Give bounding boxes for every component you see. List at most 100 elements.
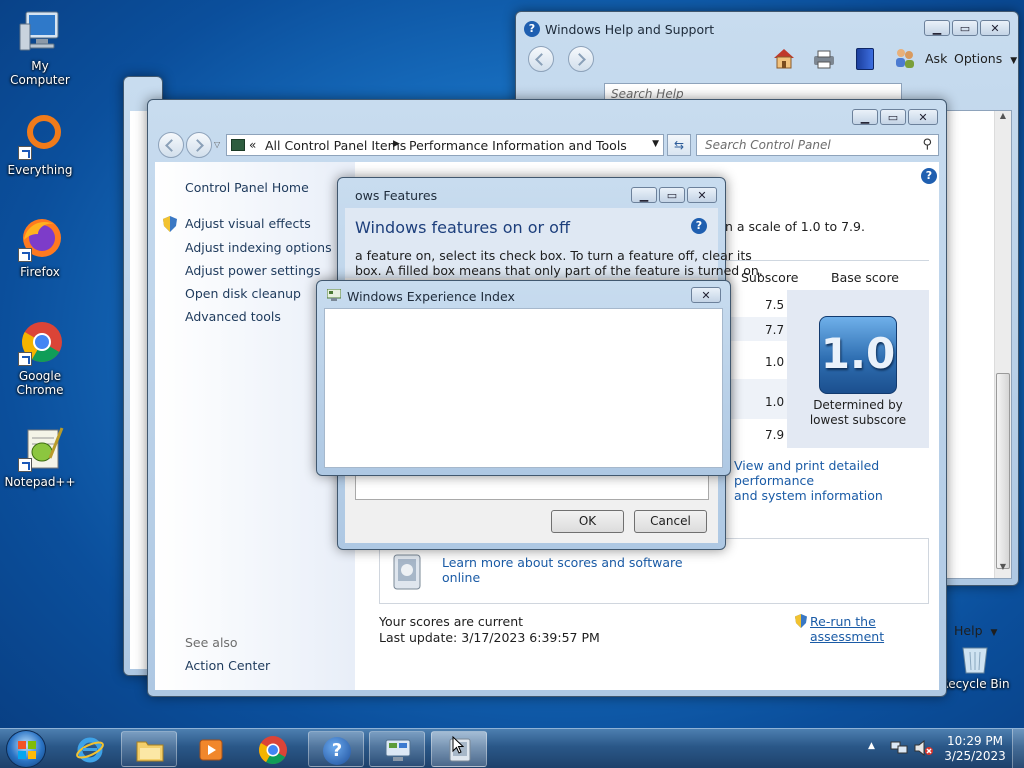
back-button[interactable] <box>158 132 184 158</box>
search-icon[interactable]: ⚲ <box>922 137 932 152</box>
back-button[interactable] <box>528 46 554 72</box>
link-control-panel-home[interactable]: Control Panel Home <box>185 180 309 195</box>
link-adjust-visual-effects[interactable]: Adjust visual effects <box>185 216 311 231</box>
base-score-tile: 1.0 <box>819 316 897 394</box>
minimize-button[interactable]: ▁ <box>924 20 950 36</box>
show-hidden-icons-button[interactable]: ▲ <box>868 741 875 751</box>
help-scrollbar[interactable]: ▲ ▼ <box>994 111 1011 578</box>
desktop-icon-label: Firefox <box>20 265 60 279</box>
desktop-icon-notepadpp[interactable]: Notepad++ <box>0 424 80 489</box>
shortcut-arrow-icon <box>18 146 32 160</box>
help-circle-icon[interactable]: ? <box>921 168 937 184</box>
windows-logo-icon <box>18 741 36 759</box>
taskbar-media-player[interactable] <box>186 731 236 767</box>
rerun-shield-icon <box>795 614 807 628</box>
minimize-button[interactable]: ▁ <box>852 109 878 125</box>
close-button[interactable]: ✕ <box>908 109 938 125</box>
forward-button[interactable] <box>568 46 594 72</box>
view-print-details-link[interactable]: View and print detailed performance and … <box>734 458 939 503</box>
desktop-icon-label: My Computer <box>10 59 70 87</box>
chrome-icon <box>16 318 64 366</box>
ask-icon[interactable] <box>894 47 916 69</box>
ok-button[interactable]: OK <box>551 510 624 533</box>
close-icon: ✕ <box>990 22 1000 35</box>
help-caption-buttons: ▁ ▭ ✕ <box>922 20 1010 36</box>
maximize-button[interactable]: ▭ <box>659 187 685 203</box>
desktop-icon-label: Notepad++ <box>4 475 76 489</box>
cp-search-input[interactable]: Search Control Panel ⚲ <box>696 134 939 156</box>
browse-help-icon[interactable] <box>856 48 874 70</box>
refresh-button[interactable]: ⇆ <box>667 134 691 156</box>
taskbar-help[interactable]: ? <box>308 731 364 767</box>
learn-more-link[interactable]: Learn more about scores and software onl… <box>442 555 683 585</box>
scroll-up-arrow[interactable]: ▲ <box>995 111 1011 127</box>
scroll-down-arrow[interactable]: ▼ <box>995 562 1011 578</box>
experience-index-dialog[interactable]: Windows Experience Index ✕ <box>316 280 731 476</box>
taskbar-ie[interactable] <box>64 731 114 767</box>
breadcrumb-overflow-icon[interactable]: « <box>249 138 256 152</box>
desktop-icon-my-computer[interactable]: My Computer <box>0 8 80 87</box>
taskbar-control-panel[interactable] <box>369 731 425 767</box>
learn-more-icon <box>390 553 424 591</box>
close-button[interactable]: ✕ <box>687 187 717 203</box>
maximize-button[interactable]: ▭ <box>880 109 906 125</box>
features-title: ows Features <box>355 188 438 203</box>
link-adjust-power[interactable]: Adjust power settings <box>185 263 321 278</box>
breadcrumb-item[interactable]: All Control Panel Items <box>265 138 406 153</box>
network-icon[interactable] <box>890 740 908 756</box>
cancel-button[interactable]: Cancel <box>634 510 707 533</box>
base-score-value: 1.0 <box>820 329 896 378</box>
link-disk-cleanup[interactable]: Open disk cleanup <box>185 286 301 301</box>
taskbar-explorer[interactable] <box>121 731 177 767</box>
volume-muted-icon[interactable] <box>914 739 934 757</box>
desktop-icon-recycle-bin[interactable]: Recycle Bin <box>935 644 1015 691</box>
breadcrumb-separator-icon[interactable]: ▶ <box>393 139 400 149</box>
close-button[interactable]: ✕ <box>980 20 1010 36</box>
help-footer-menu[interactable]: Help ▼ <box>954 623 997 638</box>
view-print-line2: and system information <box>734 488 883 503</box>
shield-icon <box>163 216 177 232</box>
address-dropdown-icon[interactable]: ▼ <box>652 139 659 149</box>
recent-pages-chevron-icon[interactable]: ▽ <box>214 140 220 149</box>
clock[interactable]: 10:29 PM 3/25/2023 <box>940 734 1010 764</box>
clock-date: 3/25/2023 <box>944 749 1006 763</box>
options-menu[interactable]: Options ▼ <box>954 51 1017 66</box>
link-adjust-indexing[interactable]: Adjust indexing options <box>185 240 332 255</box>
experience-title: Windows Experience Index <box>347 289 515 304</box>
scale-description: n a scale of 1.0 to 7.9. <box>725 219 865 234</box>
help-title-icon: ? <box>524 21 540 37</box>
maximize-button[interactable]: ▭ <box>952 20 978 36</box>
chevron-down-icon: ▼ <box>990 628 998 638</box>
start-button[interactable] <box>6 730 46 768</box>
experience-content <box>324 308 723 468</box>
link-action-center[interactable]: Action Center <box>185 658 270 673</box>
show-desktop-button[interactable] <box>1012 729 1024 768</box>
minimize-icon: ▁ <box>639 189 649 202</box>
help-circle-icon[interactable]: ? <box>691 218 707 234</box>
shortcut-arrow-icon <box>18 248 32 262</box>
link-advanced-tools[interactable]: Advanced tools <box>185 309 281 324</box>
recycle-bin-icon <box>958 644 992 674</box>
close-button[interactable]: ✕ <box>691 287 721 303</box>
print-icon[interactable] <box>812 49 836 69</box>
minimize-button[interactable]: ▁ <box>631 187 657 203</box>
see-also-heading: See also <box>185 635 238 650</box>
desktop-icon-chrome[interactable]: Google Chrome <box>0 318 80 397</box>
features-heading: Windows features on or off <box>355 218 570 237</box>
address-bar[interactable]: « All Control Panel Items ▶ Performance … <box>226 134 664 156</box>
home-icon[interactable] <box>772 47 796 69</box>
subscore-value: 7.5 <box>765 298 785 312</box>
base-score-panel: 1.0 Determined by lowest subscore <box>787 290 929 448</box>
desktop-icon-label: Recycle Bin <box>940 677 1010 691</box>
taskbar-chrome[interactable] <box>248 731 298 767</box>
ask-label[interactable]: Ask <box>925 51 947 66</box>
desktop-icon-everything[interactable]: Everything <box>0 112 80 177</box>
options-label: Options <box>954 51 1003 66</box>
forward-button[interactable] <box>186 132 212 158</box>
taskbar-windows-features[interactable] <box>431 731 487 767</box>
rerun-assessment-link[interactable]: Re-run the assessment <box>810 614 939 644</box>
desktop-icon-firefox[interactable]: Firefox <box>0 214 80 279</box>
breadcrumb-item[interactable]: Performance Information and Tools <box>409 138 627 153</box>
learn-more-line2: online <box>442 570 481 585</box>
scroll-thumb[interactable] <box>996 373 1010 569</box>
